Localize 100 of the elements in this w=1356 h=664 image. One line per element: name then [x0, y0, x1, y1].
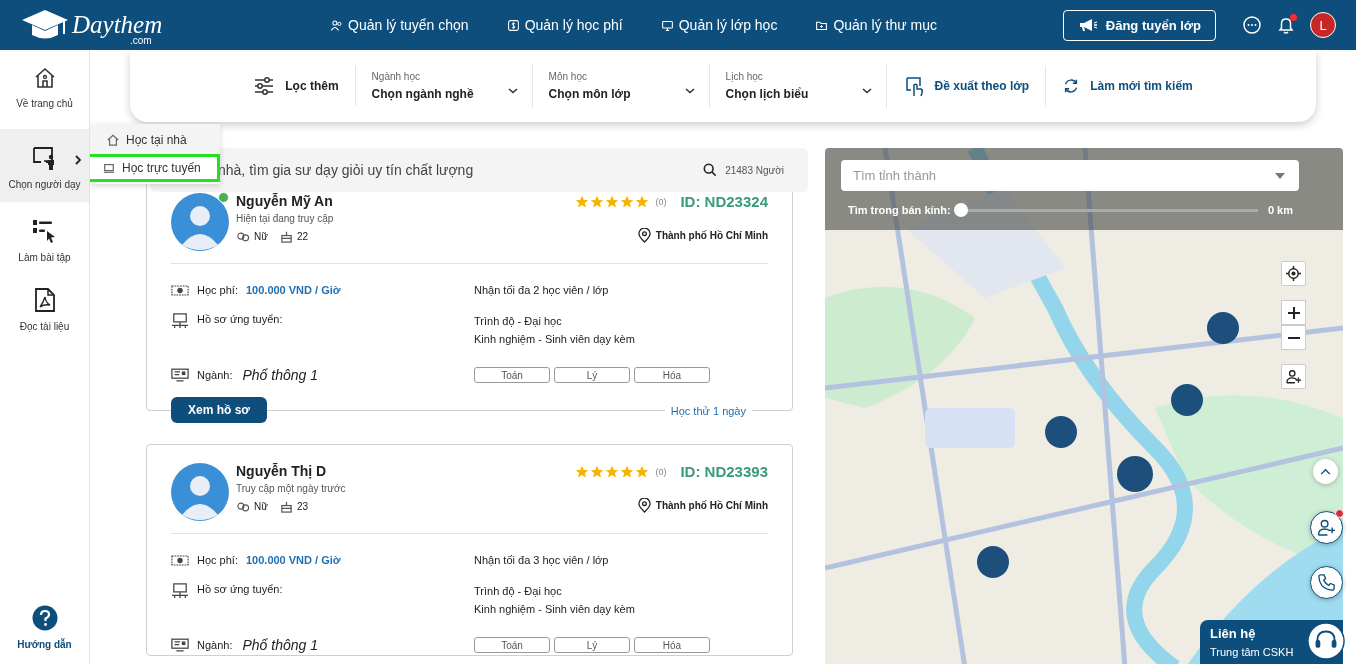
- star-icon: [590, 194, 605, 209]
- location-pin-icon: [637, 228, 651, 243]
- dollar-icon: [506, 18, 520, 32]
- laptop-icon: [103, 162, 115, 174]
- cake-icon: [279, 500, 293, 513]
- select-value: Chọn môn lớp: [548, 87, 631, 101]
- subject-tag: Toán: [474, 367, 550, 383]
- major-label: Ngành:: [197, 369, 233, 381]
- search-icon[interactable]: [703, 163, 718, 177]
- monitor-icon: [660, 18, 674, 32]
- filter-select[interactable]: Lịch học Chọn lịch biểu: [709, 64, 887, 108]
- select-label: Ngành học: [371, 71, 420, 82]
- radius-label: Tìm trong bán kính:: [848, 204, 951, 216]
- screen-icon: [171, 367, 189, 383]
- gender-icon: [236, 500, 250, 513]
- tutor-id: ID: ND23393: [680, 463, 768, 480]
- location-pin-icon: [637, 498, 651, 513]
- sidebar-item[interactable]: Làm bài tập: [0, 214, 89, 271]
- age: 22: [296, 231, 309, 242]
- user-avatar[interactable]: L: [1310, 12, 1336, 38]
- menu-item[interactable]: Học trực tuyến: [90, 154, 220, 182]
- banknote-icon: [171, 554, 189, 566]
- contact-subtitle: Trung tâm CSKH: [1210, 646, 1294, 658]
- subject-tag: Lý: [554, 637, 630, 653]
- avatar: [171, 463, 229, 521]
- gender: Nữ: [254, 231, 268, 242]
- filter-select[interactable]: Môn học Chọn môn lớp: [532, 64, 710, 108]
- age: 23: [296, 501, 309, 512]
- avatar: [171, 193, 229, 251]
- capacity: Nhận tối đa 2 học viên / lớp: [474, 284, 609, 296]
- star-icon: [635, 194, 650, 209]
- sidebar-item[interactable]: Về trang chủ: [0, 62, 89, 117]
- logo-suffix: .com: [130, 35, 152, 46]
- screen-icon: [171, 637, 189, 653]
- star-icon: [590, 464, 605, 479]
- activity-status: Hiện tại đang truy cập: [236, 213, 334, 224]
- caret-down-icon: [1275, 173, 1285, 179]
- select-label: Môn học: [548, 71, 587, 82]
- help-link[interactable]: Hướng dẫn: [0, 605, 89, 650]
- filter-select[interactable]: Ngành học Chọn ngành nghề: [355, 64, 533, 108]
- tutor-name: Nguyễn Thị D: [236, 463, 328, 479]
- nav-link[interactable]: Quản lý thư mục: [815, 17, 937, 33]
- bell-icon[interactable]: [1276, 15, 1296, 35]
- nav-link[interactable]: Quản lý lớp học: [660, 17, 778, 33]
- profile-label: Hồ sơ ứng tuyển:: [197, 313, 283, 325]
- capacity: Nhận tối đa 3 học viên / lớp: [474, 554, 609, 566]
- province-select[interactable]: Tìm tỉnh thành: [841, 160, 1299, 191]
- chevron-down-icon: [507, 88, 518, 94]
- select-value: Chọn ngành nghề: [371, 87, 474, 101]
- subject-tag: Lý: [554, 367, 630, 383]
- sidebar-item[interactable]: Đọc tài liệu: [0, 283, 89, 340]
- suggest-button[interactable]: Đề xuất theo lớp: [886, 66, 1047, 106]
- zoom-out-button[interactable]: [1281, 325, 1306, 350]
- chat-icon[interactable]: [1242, 15, 1262, 35]
- nav-link[interactable]: Quản lý học phí: [506, 17, 623, 33]
- gender-icon: [236, 230, 250, 243]
- select-label: Lịch học: [725, 71, 763, 82]
- star-icon: [575, 464, 590, 479]
- contact-panel[interactable]: Liên hệ Trung tâm CSKH: [1200, 620, 1343, 664]
- degree: Trình độ - Đại học: [474, 584, 562, 599]
- gender: Nữ: [254, 501, 268, 512]
- view-profile-button[interactable]: Xem hồ sơ: [171, 397, 267, 423]
- star-icon: [620, 464, 635, 479]
- profile-board-icon: [171, 583, 189, 599]
- major-label: Ngành:: [197, 639, 233, 651]
- subject-tag: Hóa: [634, 637, 710, 653]
- fee-value: 100.000 VND / Giờ: [245, 554, 341, 566]
- add-person-icon: [1285, 369, 1302, 384]
- experience: Kinh nghiệm - Sinh viên dạy kèm: [474, 602, 635, 617]
- phone-icon: [1317, 573, 1336, 592]
- activity-status: Truy cập một ngày trước: [236, 483, 346, 494]
- post-class-button[interactable]: Đăng tuyển lớp: [1062, 9, 1216, 41]
- chevron-down-icon: [684, 88, 695, 94]
- profile-label: Hồ sơ ứng tuyển:: [197, 583, 283, 595]
- nav-link[interactable]: Quản lý tuyển chọn: [330, 17, 469, 33]
- chevron-down-icon: [861, 88, 872, 94]
- plus-icon: [1287, 306, 1300, 319]
- radius-reading: 0 km: [1267, 204, 1293, 216]
- profile-board-icon: [171, 313, 189, 329]
- chevron-right-icon: [75, 155, 81, 165]
- major-value: Phổ thông 1: [242, 367, 318, 383]
- pdf-file-icon: [32, 287, 57, 313]
- degree: Trình độ - Đại học: [474, 314, 562, 329]
- sliders-icon: [253, 76, 276, 96]
- more-filters-button[interactable]: Lọc thêm: [237, 66, 356, 106]
- review-count: (0): [655, 466, 667, 477]
- my-location-button[interactable]: [1281, 261, 1306, 286]
- chevron-up-icon: [1320, 468, 1331, 475]
- reset-search-button[interactable]: Làm mới tìm kiếm: [1046, 66, 1209, 106]
- contact-title: Liên hệ: [1210, 626, 1257, 641]
- subject-tag: Toán: [474, 637, 550, 653]
- review-count: (0): [655, 196, 667, 207]
- cake-icon: [279, 230, 293, 243]
- zoom-in-button[interactable]: [1281, 300, 1306, 325]
- add-user-icon: [1317, 519, 1336, 536]
- users-icon: [330, 18, 343, 32]
- star-icon: [635, 464, 650, 479]
- megaphone-icon: [1077, 17, 1098, 33]
- sidebar-item[interactable]: Chọn người dạy: [0, 129, 89, 202]
- add-person-button[interactable]: [1281, 364, 1306, 389]
